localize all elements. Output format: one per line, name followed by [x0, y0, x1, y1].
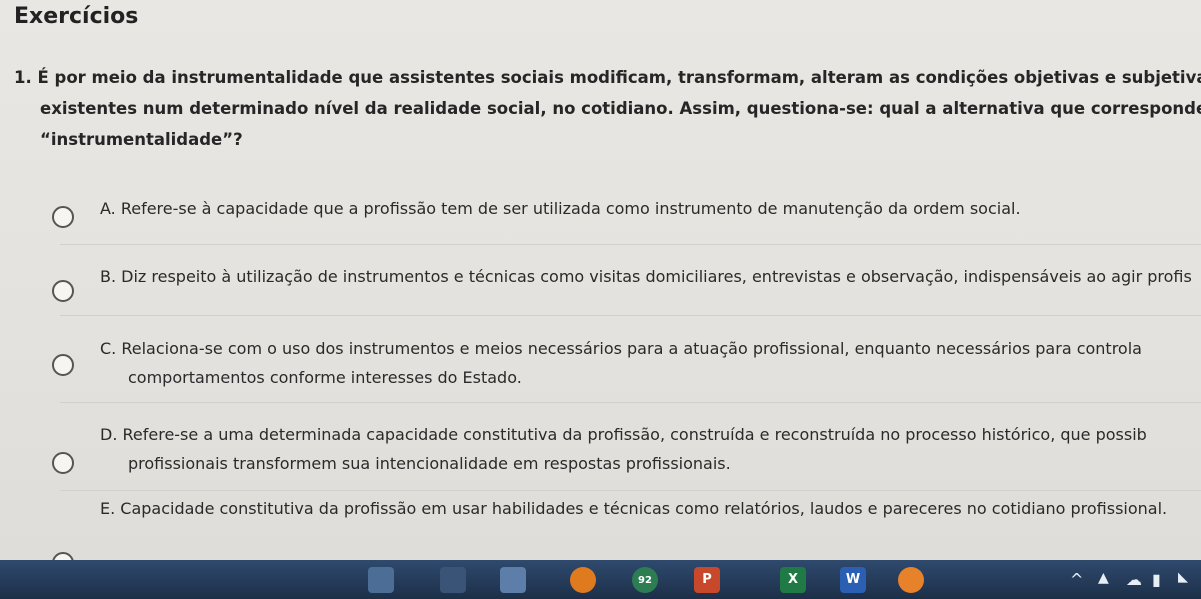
option-b-text: B. Diz respeito à utilização de instrume…	[100, 262, 1201, 291]
divider	[60, 402, 1201, 403]
notification-badge: 92	[638, 575, 652, 586]
taskbar: 92 P X W ^ ▲ ☁ ▮ ◣	[0, 560, 1201, 599]
option-c-text: C. Relaciona-se com o uso dos instrument…	[100, 334, 1201, 392]
whatsapp-icon[interactable]: 92	[632, 567, 658, 593]
option-d-line-1: D. Refere-se a uma determinada capacidad…	[100, 425, 1147, 444]
powerpoint-letter: P	[702, 572, 712, 587]
option-a-text: A. Refere-se à capacidade que a profissã…	[100, 194, 1201, 223]
option-c-line-2: comportamentos conforme interesses do Es…	[128, 368, 522, 387]
answer-option-c[interactable]: C. Relaciona-se com o uso dos instrument…	[0, 334, 1201, 394]
word-letter: W	[845, 572, 861, 587]
option-b-line-1: B. Diz respeito à utilização de instrume…	[100, 267, 1192, 286]
network-icon[interactable]: ▮	[1152, 570, 1161, 589]
radio-button-a[interactable]	[52, 206, 74, 228]
wifi-icon[interactable]: ◣	[1178, 570, 1188, 585]
option-e-text: E. Capacidade constitutiva da profissão …	[100, 494, 1201, 523]
question-text: 1. É por meio da instrumentalidade que a…	[14, 62, 1201, 155]
cloud-icon[interactable]: ☁	[1126, 570, 1142, 589]
question-line-3: “instrumentalidade”?	[40, 130, 243, 149]
tray-chevron-icon[interactable]: ^	[1070, 570, 1083, 589]
word-icon[interactable]: W	[840, 567, 866, 593]
question-line-1: 1. É por meio da instrumentalidade que a…	[14, 68, 1201, 87]
question-line-2: existentes num determinado nível da real…	[40, 99, 1201, 118]
option-c-line-1: C. Relaciona-se com o uso dos instrument…	[100, 339, 1142, 358]
option-d-text: D. Refere-se a uma determinada capacidad…	[100, 420, 1201, 478]
firefox-icon[interactable]	[898, 567, 924, 593]
app-icon[interactable]	[440, 567, 466, 593]
option-d-line-2: profissionais transformem sua intenciona…	[128, 454, 731, 473]
powerpoint-icon[interactable]: P	[694, 567, 720, 593]
radio-button-c[interactable]	[52, 354, 74, 376]
exercise-page: Exercícios 1. É por meio da instrumental…	[0, 0, 1201, 574]
answer-option-a[interactable]: A. Refere-se à capacidade que a profissã…	[0, 194, 1201, 254]
divider	[60, 315, 1201, 316]
answer-option-d[interactable]: D. Refere-se a uma determinada capacidad…	[0, 420, 1201, 480]
radio-button-b[interactable]	[52, 280, 74, 302]
answer-option-b[interactable]: B. Diz respeito à utilização de instrume…	[0, 262, 1201, 322]
store-icon[interactable]	[500, 567, 526, 593]
divider	[60, 490, 1201, 491]
divider	[60, 244, 1201, 245]
page-title: Exercícios	[14, 4, 139, 29]
chrome-icon[interactable]	[570, 567, 596, 593]
answer-option-e[interactable]: E. Capacidade constitutiva da profissão …	[0, 494, 1201, 574]
option-a-line-1: A. Refere-se à capacidade que a profissã…	[100, 199, 1021, 218]
sound-icon[interactable]: ▲	[1098, 570, 1109, 586]
file-explorer-icon[interactable]	[368, 567, 394, 593]
option-e-line-1: E. Capacidade constitutiva da profissão …	[100, 499, 1168, 518]
excel-icon[interactable]: X	[780, 567, 806, 593]
radio-button-d[interactable]	[52, 452, 74, 474]
excel-letter: X	[787, 572, 799, 587]
